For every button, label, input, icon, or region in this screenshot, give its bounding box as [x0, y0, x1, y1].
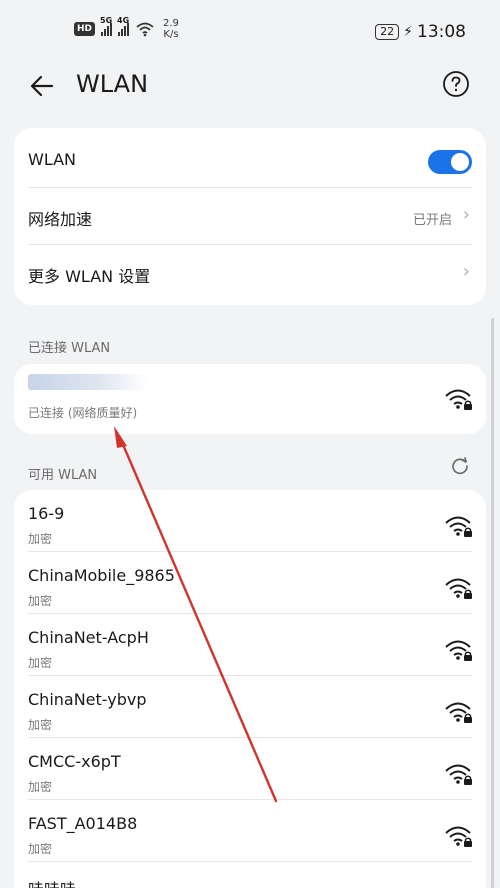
network-row[interactable]: 16-9 加密: [14, 490, 486, 552]
connected-network-card[interactable]: 已连接 (网络质量好): [14, 364, 486, 434]
network-security: 加密: [28, 532, 53, 546]
settings-card: WLAN 网络加速 已开启 › 更多 WLAN 设置 ›: [14, 128, 486, 305]
network-row[interactable]: ChinaNet-ybvp 加密: [14, 676, 486, 738]
toggle-knob: [451, 153, 469, 171]
network-speed: 2.9 K/s: [163, 18, 179, 40]
status-left: HD 5G 4G 2.9 K/s: [74, 16, 179, 40]
wifi-lock-icon: [445, 702, 472, 723]
network-security: 加密: [28, 594, 53, 608]
status-right: 22 ⚡ 13:08: [375, 22, 466, 42]
signal-4g-icon: 4G: [117, 16, 129, 36]
network-row[interactable]: ChinaMobile_9865 加密: [14, 552, 486, 614]
network-security: 加密: [28, 718, 53, 732]
status-bar: HD 5G 4G 2.9 K/s 22 ⚡ 13:08: [0, 0, 500, 60]
signal-5g-label: 5G: [100, 16, 113, 25]
wifi-lock-icon: [445, 826, 472, 847]
network-ssid: 哇哇哇: [28, 876, 76, 888]
available-networks-card: 16-9 加密 ChinaMobile_9865 加密 ChinaNet-AcpH 加密 C…: [14, 490, 486, 888]
speed-value: 2.9: [163, 18, 179, 29]
page-title: WLAN: [76, 70, 149, 98]
network-ssid: FAST_A014B8: [28, 814, 138, 833]
speed-unit: K/s: [163, 29, 179, 40]
wlan-toggle-row[interactable]: WLAN: [14, 128, 486, 188]
network-ssid: 16-9: [28, 504, 65, 523]
network-acceleration-row[interactable]: 网络加速 已开启 ›: [14, 188, 486, 245]
network-row[interactable]: ChinaNet-AcpH 加密: [14, 614, 486, 676]
battery-indicator: 22: [375, 24, 400, 40]
chevron-right-icon: ›: [462, 204, 470, 225]
hd-badge: HD: [74, 22, 96, 36]
wlan-toggle[interactable]: [428, 150, 472, 174]
acceleration-value: 已开启: [412, 213, 452, 228]
signal-4g-label: 4G: [117, 16, 130, 25]
more-wlan-settings-row[interactable]: 更多 WLAN 设置 ›: [14, 245, 486, 305]
network-security: 加密: [28, 656, 53, 670]
connected-status: 已连接 (网络质量好): [28, 406, 138, 420]
chevron-right-icon: ›: [462, 261, 470, 282]
charging-icon: ⚡: [403, 24, 413, 40]
acceleration-label: 网络加速: [28, 210, 93, 229]
more-settings-label: 更多 WLAN 设置: [28, 267, 151, 286]
network-row[interactable]: 哇哇哇: [14, 862, 486, 888]
wifi-lock-icon: [445, 389, 472, 410]
signal-5g-icon: 5G: [100, 16, 112, 36]
clock: 13:08: [417, 22, 466, 42]
wifi-lock-icon: [445, 516, 472, 537]
scrollbar[interactable]: [491, 318, 494, 888]
network-row[interactable]: FAST_A014B8 加密: [14, 800, 486, 862]
network-security: 加密: [28, 842, 53, 856]
network-ssid: ChinaNet-AcpH: [28, 628, 149, 647]
wifi-lock-icon: [445, 578, 472, 599]
wifi-lock-icon: [445, 640, 472, 661]
network-security: 加密: [28, 780, 53, 794]
wifi-lock-icon: [445, 764, 472, 785]
wlan-label: WLAN: [28, 150, 77, 169]
question-circle-icon[interactable]: [442, 70, 470, 98]
connected-section-label: 已连接 WLAN: [28, 341, 111, 356]
arrow-left-icon[interactable]: [28, 72, 56, 100]
network-row[interactable]: CMCC-x6pT 加密: [14, 738, 486, 800]
network-ssid: ChinaNet-ybvp: [28, 690, 147, 709]
network-ssid: CMCC-x6pT: [28, 752, 121, 771]
wifi-status-icon: [136, 22, 154, 37]
network-ssid: ChinaMobile_9865: [28, 566, 175, 585]
connected-ssid-redacted: [28, 374, 148, 390]
available-section-label: 可用 WLAN: [28, 468, 98, 483]
refresh-icon[interactable]: [450, 456, 470, 476]
title-bar: WLAN: [0, 60, 500, 112]
